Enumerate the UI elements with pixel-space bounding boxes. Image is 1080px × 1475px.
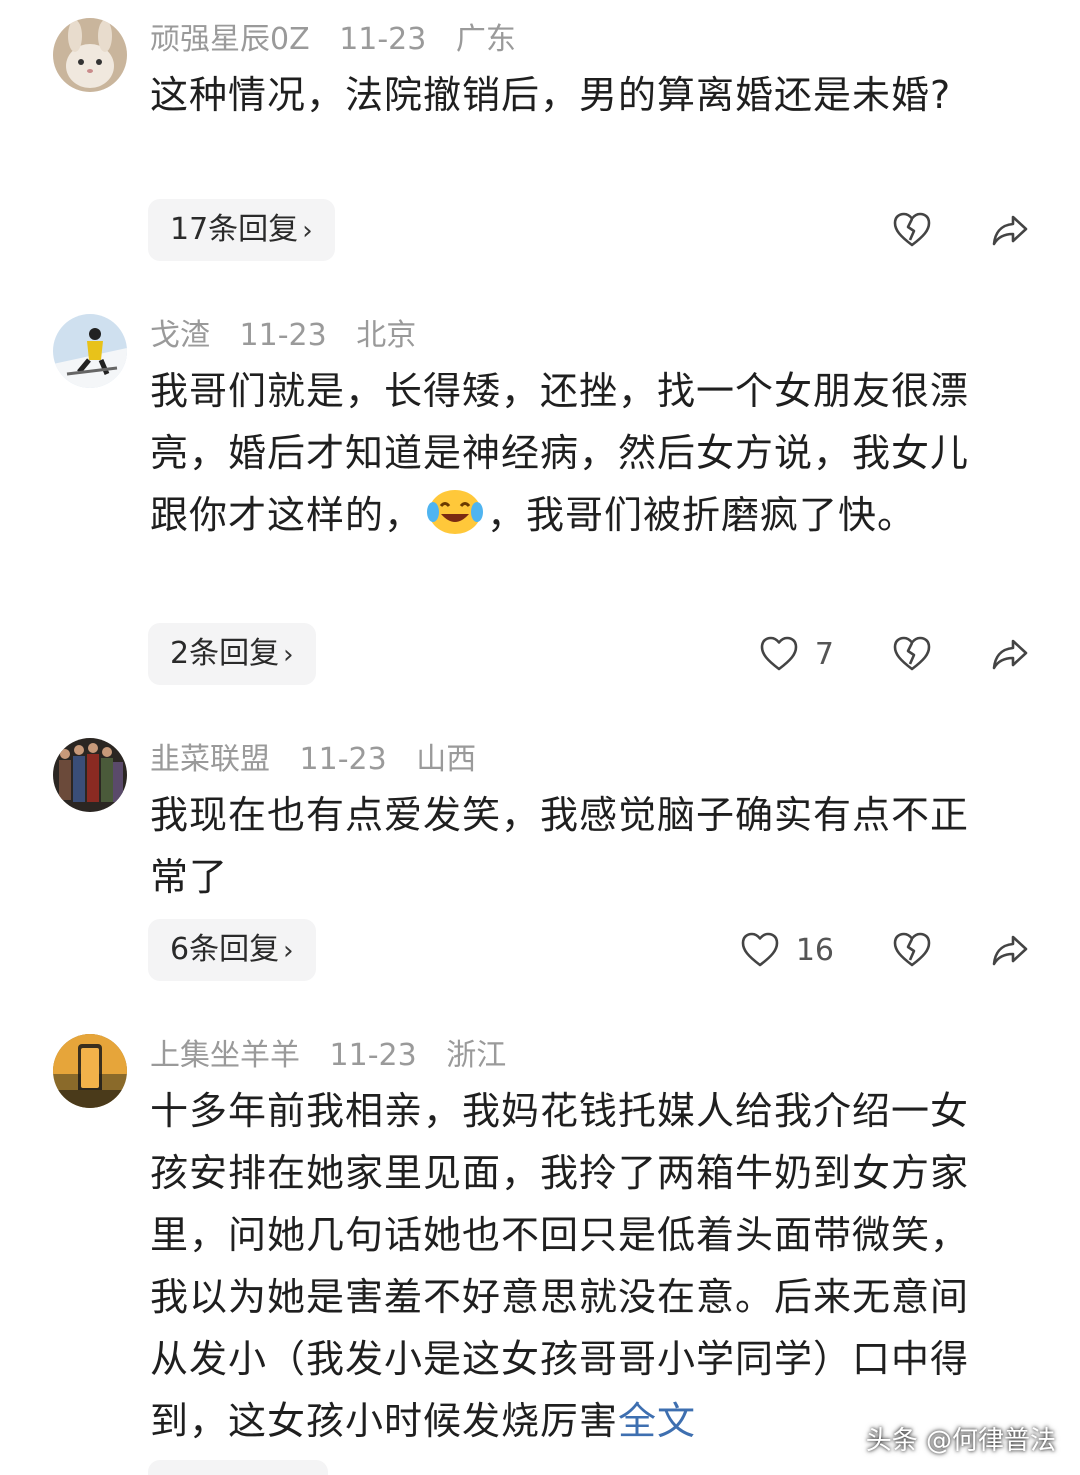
broken-heart-icon [893,636,931,671]
comment-meta: 上集坐羊羊 11-23 浙江 [150,1036,526,1076]
comment-text-part: 十多年前我相亲，我妈花钱托媒人给我介绍一女孩安排在她家里见面，我拎了两箱牛奶到女… [150,1089,970,1443]
chevron-right-icon: › [283,640,294,670]
comment-actions [834,199,1030,261]
expand-full-text-link[interactable]: 全文 [618,1399,696,1443]
username[interactable]: 戈渣 [150,318,210,353]
dislike-button[interactable] [892,930,932,970]
comment-location: 广东 [455,22,516,57]
username[interactable]: 韭菜联盟 [150,742,270,777]
comment-date: 11-23 [239,318,327,353]
comment-date: 11-23 [299,742,387,777]
user-avatar[interactable] [53,18,127,92]
like-button[interactable]: 7 [759,634,834,674]
user-avatar[interactable] [53,1034,127,1108]
comment-location: 山西 [416,742,477,777]
comment-meta: 顽强星辰0Z 11-23 广东 [150,20,536,60]
comment-actions: 7 [701,623,1030,685]
comment-text-part: ，我哥们被折磨疯了快。 [487,493,917,537]
share-icon [992,639,1028,670]
comment-text: 这种情况，法院撤销后，男的算离婚还是未婚? [150,73,952,117]
laugh-cry-emoji-icon [427,490,484,534]
replies-label: 6条回复 [170,932,280,967]
chevron-right-icon: › [302,216,313,246]
replies-button[interactable]: 2条回复 › [148,623,316,685]
comment-meta: 韭菜联盟 11-23 山西 [150,740,496,780]
comment-meta: 戈渣 11-23 北京 [150,316,436,356]
share-button[interactable] [990,634,1030,674]
share-icon [992,215,1028,246]
dislike-button[interactable] [892,210,932,250]
broken-heart-icon [893,932,931,967]
like-count: 16 [795,932,834,968]
replies-button[interactable]: 17条回复 › [148,199,335,261]
replies-label: 17条回复 [170,212,299,247]
share-button[interactable] [990,210,1030,250]
broken-heart-icon [893,212,931,247]
comment-actions: 16 [682,919,1030,981]
comment-location: 北京 [356,318,417,353]
heart-icon [760,636,798,671]
user-avatar[interactable] [53,738,127,812]
heart-icon [741,932,779,967]
username[interactable]: 顽强星辰0Z [150,22,310,57]
replies-button[interactable]: 6条回复 › [148,919,316,981]
comment-date: 11-23 [339,22,427,57]
replies-label: 2条回复 [170,636,280,671]
comment-text: 我哥们就是，长得矮，还挫，找一个女朋友很漂亮，婚后才知道是神经病，然后女方说，我… [150,360,1000,546]
user-avatar[interactable] [53,314,127,388]
chevron-right-icon: › [283,936,294,966]
comment-date: 11-23 [329,1038,417,1073]
watermark: 头条 @何律普法 [865,1426,1056,1456]
share-button[interactable] [990,930,1030,970]
username[interactable]: 上集坐羊羊 [150,1038,300,1073]
comment-text: 十多年前我相亲，我妈花钱托媒人给我介绍一女孩安排在她家里见面，我拎了两箱牛奶到女… [150,1080,1000,1452]
comment-text: 我现在也有点爱发笑，我感觉脑子确实有点不正常了 [150,793,970,899]
comment-location: 浙江 [446,1038,507,1073]
like-button[interactable]: 16 [740,930,834,970]
dislike-button[interactable] [892,634,932,674]
like-count: 7 [814,636,834,672]
share-icon [992,935,1028,966]
replies-button[interactable] [148,1460,328,1475]
